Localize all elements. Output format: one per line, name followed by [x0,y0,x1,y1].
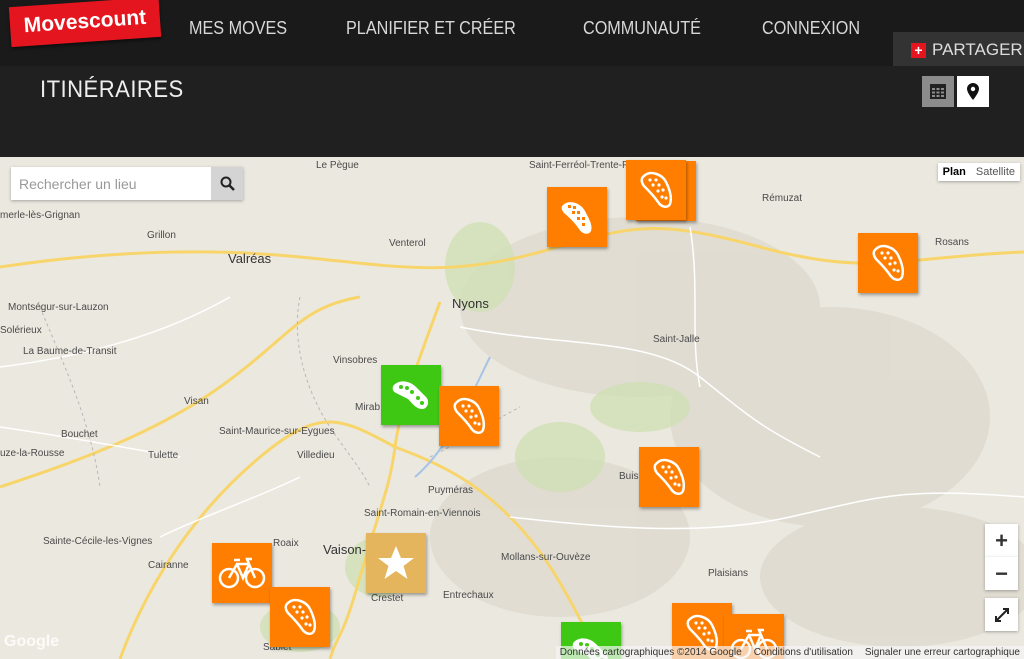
place-label: Crestet [371,593,404,604]
place-label: Roaix [273,538,299,549]
share-button[interactable]: + PARTAGER [893,32,1024,68]
nav-login[interactable]: CONNEXION [762,18,860,39]
shoe-sole-icon [284,598,317,635]
star-icon [378,546,414,579]
place-label: Le Pègue [316,160,359,171]
list-view-button[interactable] [922,76,954,107]
place-label: Solérieux [0,325,42,336]
place-label: Venterol [389,238,426,249]
search-icon [220,176,235,191]
main-nav: MES MOVES PLANIFIER ET CRÉER COMMUNAUTÉ … [189,18,871,39]
running-shoe-icon [392,381,429,409]
nav-plan-create[interactable]: PLANIFIER ET CRÉER [346,18,516,39]
fullscreen-button[interactable] [985,598,1018,631]
share-label: PARTAGER [932,40,1023,59]
place-label: Saint-Maurice-sur-Eygues [219,426,335,437]
map-type-plan[interactable]: Plan [938,163,971,181]
map-view-button[interactable] [957,76,989,107]
route-marker-hiking[interactable] [439,386,499,446]
shoe-sole-icon [640,171,673,208]
route-marker-hiking[interactable] [858,233,918,293]
place-label: Valréas [228,251,272,266]
route-marker-hiking[interactable] [626,160,686,220]
route-marker-hiking[interactable] [270,587,330,647]
place-label: Tulette [148,450,179,461]
zoom-out-button[interactable]: − [985,557,1018,590]
top-navigation-bar: Movescount MES MOVES PLANIFIER ET CRÉER … [0,0,1024,68]
place-label: Nyons [452,296,489,311]
place-label: Puyméras [428,485,474,496]
zoom-in-button[interactable]: + [985,524,1018,557]
search-input[interactable] [11,167,211,200]
route-marker-favorite[interactable] [366,533,426,593]
movescount-logo[interactable]: Movescount [8,0,162,48]
place-label: Bouchet [61,429,98,440]
map-data-credit: Données cartographiques ©2014 Google [559,647,742,658]
google-logo: Google [4,633,60,650]
search-button[interactable] [211,167,243,200]
bicycle-icon [218,557,266,589]
route-marker-cycling[interactable] [212,543,272,603]
place-label: Mollans-sur-Ouvèze [501,552,591,563]
routes-map[interactable]: Plan Satellite Le Pègue Saint-Ferréol-Tr… [0,157,1024,659]
route-marker-trail[interactable] [547,187,607,247]
place-label: Sainte-Cécile-les-Vignes [43,536,153,547]
place-label: Entrechaux [443,590,494,601]
shoe-sole-icon [872,244,905,281]
place-label: Villedieu [297,450,335,461]
place-search [11,167,243,200]
place-label: Rosans [935,237,969,248]
plus-icon: + [911,42,926,58]
place-label: Visan [184,396,209,407]
trail-shoe-icon [561,202,592,234]
terms-link[interactable]: Conditions d'utilisation [754,647,853,658]
page-title: ITINÉRAIRES [40,76,184,103]
report-error-link[interactable]: Signaler une erreur cartographique [865,647,1020,658]
expand-icon [994,607,1009,622]
place-label: Saint-Jalle [653,334,700,345]
route-marker-hiking[interactable] [639,447,699,507]
place-label: Cairanne [148,560,189,571]
place-label: Montségur-sur-Lauzon [8,302,109,313]
shoe-sole-icon [653,458,686,495]
map-type-satellite[interactable]: Satellite [971,163,1020,181]
place-label: Rémuzat [762,193,803,204]
map-type-control: Plan Satellite [937,163,1020,181]
place-label: Saint-Ferréol-Trente-Pas [529,160,640,171]
place-label: Plaisians [708,568,749,579]
place-label: Vaison- [323,542,367,557]
map-attribution: Données cartographiques ©2014 Google Con… [555,646,1024,659]
place-label: La Baume-de-Transit [23,346,117,357]
place-label: merle-lès-Grignan [0,210,81,221]
page-header: ITINÉRAIRES [0,66,1024,157]
place-label: Vinsobres [333,355,378,366]
place-label: Buis [619,471,639,482]
place-label: uze-la-Rousse [0,448,65,459]
calendar-grid-icon [930,84,946,99]
map-pin-icon [967,83,979,100]
nav-community[interactable]: COMMUNAUTÉ [583,18,701,39]
place-label: Saint-Romain-en-Viennois [364,508,481,519]
place-label: Grillon [147,230,176,241]
nav-my-moves[interactable]: MES MOVES [189,18,287,39]
route-marker-running[interactable] [381,365,441,425]
place-label: Mirab [355,402,381,413]
shoe-sole-icon [453,397,486,434]
